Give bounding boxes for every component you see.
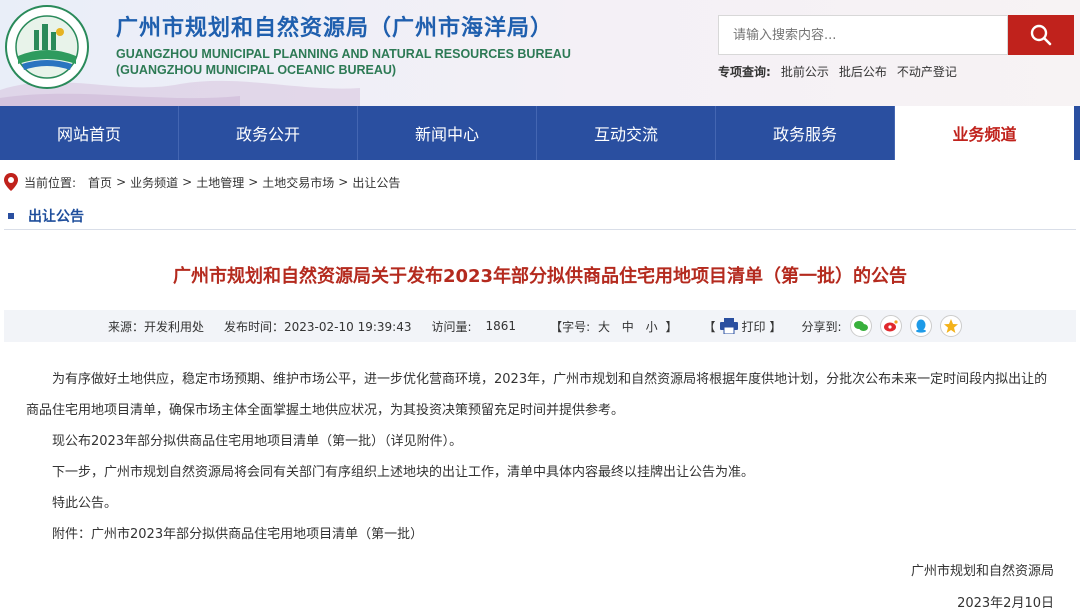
special-link-pre-approval[interactable]: 批前公示 <box>781 63 829 80</box>
font-size-control: 【字号: 大 中 小 】 <box>550 318 677 335</box>
breadcrumb-land-management[interactable]: 土地管理 <box>196 174 244 191</box>
section-title: 出让公告 <box>28 208 84 225</box>
breadcrumb-label: 当前位置: <box>24 175 77 190</box>
article-body: 为有序做好土地供应，稳定市场预期、维护市场公平，进一步优化营商环境，2023年，… <box>26 364 1056 550</box>
nav-item-news[interactable]: 新闻中心 <box>358 106 537 160</box>
section-bullet-icon <box>8 212 14 219</box>
search-button[interactable] <box>1008 15 1074 55</box>
special-query: 专项查询: 批前公示 批后公布 不动产登记 <box>718 63 957 80</box>
breadcrumb-separator: > <box>116 175 127 189</box>
nav-item-gov-affairs[interactable]: 政务公开 <box>179 106 358 160</box>
breadcrumb-transfer-notice[interactable]: 出让公告 <box>352 174 400 191</box>
font-size-close: 】 <box>665 319 678 334</box>
font-size-medium[interactable]: 中 <box>622 320 634 334</box>
nav-item-business[interactable]: 业务频道 <box>895 106 1074 160</box>
search-icon <box>1030 24 1052 46</box>
nav-spacer <box>1074 106 1080 160</box>
wechat-glyph-icon <box>853 321 868 331</box>
site-title-en: GUANGZHOU MUNICIPAL PLANNING AND NATURAL… <box>116 46 571 78</box>
location-pin-icon <box>4 173 18 191</box>
share-label: 分享到: <box>801 319 842 334</box>
nav-item-home[interactable]: 网站首页 <box>0 106 179 160</box>
article-views-label: 访问量: <box>431 319 472 334</box>
print-close-bracket: 】 <box>769 319 782 334</box>
qq-glyph-icon <box>915 319 926 333</box>
print-label: 打印 <box>741 319 766 334</box>
weibo-glyph-icon <box>883 320 898 332</box>
breadcrumb-business[interactable]: 业务频道 <box>130 174 178 191</box>
breadcrumb-separator: > <box>182 175 193 189</box>
article-paragraph: 特此公告。 <box>52 496 118 511</box>
print-button[interactable]: 打印 <box>719 318 766 335</box>
article-paragraph: 为有序做好土地供应，稳定市场预期、维护市场公平，进一步优化营商环境，2023年，… <box>26 372 1048 418</box>
bureau-logo <box>5 5 89 89</box>
special-link-post-approval[interactable]: 批后公布 <box>839 63 887 80</box>
special-query-label: 专项查询: <box>718 65 771 79</box>
font-size-small[interactable]: 小 <box>646 320 658 334</box>
wechat-icon[interactable] <box>849 315 872 337</box>
site-title-cn: 广州市规划和自然资源局（广州市海洋局） <box>116 16 554 41</box>
article-source: 来源：开发利用处 <box>108 319 205 334</box>
special-link-real-estate[interactable]: 不动产登记 <box>897 63 957 80</box>
site-title-en-line1: GUANGZHOU MUNICIPAL PLANNING AND NATURAL… <box>116 47 571 61</box>
article-attachment[interactable]: 附件：广州市2023年部分拟供商品住宅用地项目清单（第一批） <box>26 519 1056 550</box>
breadcrumb-home[interactable]: 首页 <box>88 174 112 191</box>
article-title: 广州市规划和自然资源局关于发布2023年部分拟供商品住宅用地项目清单（第一批）的… <box>172 266 908 287</box>
font-size-large[interactable]: 大 <box>598 320 610 334</box>
star-glyph-icon <box>943 319 958 333</box>
site-title-en-line2: (GUANGZHOU MUNICIPAL OCEANIC BUREAU) <box>116 63 397 77</box>
font-size-label: 【字号: <box>550 319 591 334</box>
article-paragraph: 下一步，广州市规划自然资源局将会同有关部门有序组织上述地块的出让工作，清单中具体… <box>52 465 755 480</box>
section-header: 出让公告 <box>4 202 1076 230</box>
breadcrumb-separator: > <box>338 175 349 189</box>
article-signature: 广州市规划和自然资源局 <box>910 564 1054 579</box>
breadcrumb: 当前位置: 首页 > 业务频道 > 土地管理 > 土地交易市场 > 出让公告 <box>4 172 400 192</box>
weibo-icon[interactable] <box>879 315 902 337</box>
breadcrumb-land-market[interactable]: 土地交易市场 <box>262 174 334 191</box>
search-input[interactable] <box>718 15 1008 55</box>
article-publish-time: 发布时间：2023-02-10 19:39:43 <box>224 319 412 334</box>
qzone-icon[interactable] <box>939 315 962 337</box>
article-views: 1861 <box>485 319 517 333</box>
article-paragraph: 现公布2023年部分拟供商品住宅用地项目清单（第一批）（详见附件）。 <box>52 434 463 449</box>
main-nav: 网站首页 政务公开 新闻中心 互动交流 政务服务 业务频道 <box>0 106 1080 160</box>
article-meta-bar: 来源：开发利用处 发布时间：2023-02-10 19:39:43 访问量: 1… <box>4 310 1076 342</box>
nav-item-services[interactable]: 政务服务 <box>716 106 895 160</box>
qq-icon[interactable] <box>909 315 932 337</box>
breadcrumb-separator: > <box>248 175 259 189</box>
site-header: 广州市规划和自然资源局（广州市海洋局） GUANGZHOU MUNICIPAL … <box>0 0 1080 106</box>
nav-item-interaction[interactable]: 互动交流 <box>537 106 716 160</box>
print-open-bracket: 【 <box>703 319 716 334</box>
printer-icon <box>719 318 738 334</box>
article-date: 2023年2月10日 <box>957 596 1054 611</box>
